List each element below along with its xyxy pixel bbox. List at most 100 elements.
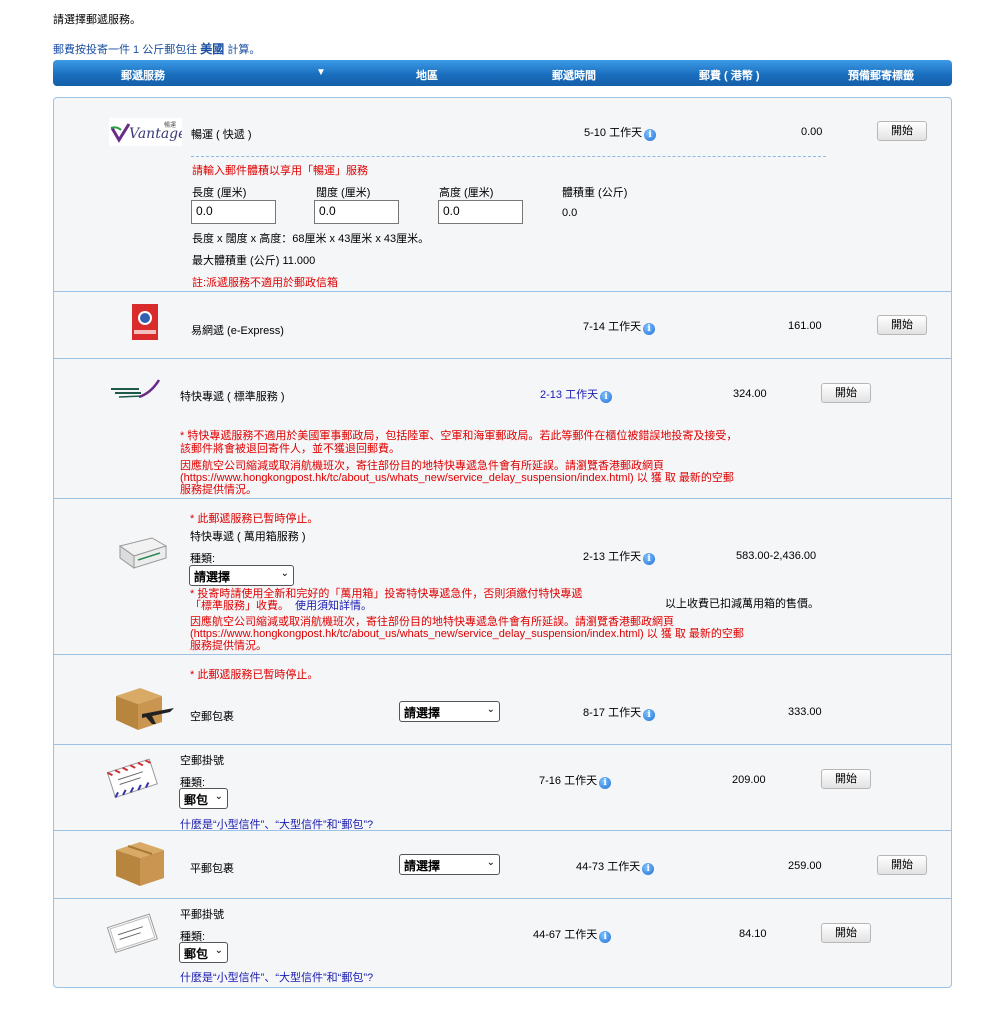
row-divider [54, 744, 951, 745]
air-parcel-select-value: 請選擇 [404, 706, 441, 720]
header-service: 郵遞服務 [121, 70, 165, 82]
fee-speedpost-box: 583.00-2,436.00 [736, 550, 817, 562]
speedpost-box-note2: 因應航空公司縮減或取消航機班次，寄往部份目的地特快專遞急件會有所延誤。請瀏覽香港… [190, 616, 744, 652]
intro-calc-text: 郵費按投寄一件 1 公斤郵包往 美國 計算。 [53, 40, 260, 57]
surface-registered-select[interactable]: 郵包 ⌄ [179, 942, 228, 963]
destination-country: 美國 [200, 42, 225, 56]
surface-parcel-select-value: 請選擇 [404, 859, 441, 873]
volweight-value: 0.0 [562, 207, 578, 219]
start-button-eexpress[interactable]: 開始 [877, 315, 927, 335]
length-label: 長度 (厘米) [192, 187, 247, 199]
time-eexpress-text: 7-14 工作天 [583, 321, 642, 333]
info-icon[interactable]: i [644, 129, 657, 141]
time-vantage-text: 5-10 工作天 [584, 127, 643, 139]
fee-vantage: 0.00 [801, 126, 823, 138]
width-input[interactable]: 0.0 [314, 200, 399, 224]
volweight-label: 體積重 (公斤) [562, 187, 628, 199]
service-name-air-parcel: 空郵包裹 [190, 711, 234, 723]
speedpost-box-select-value: 請選擇 [194, 570, 231, 584]
speedpost-box-note1: * 投寄時請使用全新和完好的「萬用箱」投寄特快專遞急件，否則須繳付特快專遞「標準… [190, 588, 590, 612]
type-label: 種類: [190, 553, 216, 565]
speedpost-box-select[interactable]: 請選擇 ⌄ [189, 565, 294, 586]
fee-surface-registered: 84.10 [739, 928, 767, 940]
service-name-vantage: 暢運 ( 快遞 ) [191, 129, 252, 141]
start-button-speedpost-std[interactable]: 開始 [821, 383, 871, 403]
services-panel: Vantage 暢運 暢運 ( 快遞 ) 5-10 工作天 i 0.00 開始 請… [53, 97, 952, 988]
row-divider [54, 291, 951, 292]
length-input[interactable]: 0.0 [191, 200, 276, 224]
speedpost-std-note2: 因應航空公司縮減或取消航機班次，寄往部份目的地特快專遞急件會有所延誤。請瀏覽香港… [180, 460, 734, 496]
chevron-down-icon: ⌄ [486, 857, 495, 868]
time-surface-registered-text: 44-67 工作天 [533, 929, 598, 941]
time-surface-parcel-text: 44-73 工作天 [576, 861, 641, 873]
surface-parcel-icon [114, 840, 166, 888]
header-region: 地區 [416, 70, 438, 82]
header-fee: 郵費 ( 港幣 ) [699, 70, 760, 82]
time-speedpost-box: 2-13 工作天 i [583, 548, 656, 565]
height-input[interactable]: 0.0 [438, 200, 523, 224]
time-eexpress: 7-14 工作天 i [583, 318, 656, 335]
row-divider [54, 830, 951, 831]
chevron-down-icon: ⌄ [280, 568, 289, 579]
start-button-air-registered[interactable]: 開始 [821, 769, 871, 789]
air-registered-icon [104, 755, 162, 799]
air-parcel-suspended: * 此郵遞服務已暫時停止。 [190, 669, 319, 681]
vantage-logo: Vantage 暢運 [109, 118, 186, 146]
speedpost-box-fee-note: 以上收費已扣減萬用箱的售價。 [665, 598, 819, 610]
start-button-vantage[interactable]: 開始 [877, 121, 927, 141]
fee-speedpost-std: 324.00 [733, 388, 767, 400]
air-parcel-icon [112, 686, 176, 732]
vantage-dims: 長度 x 闊度 x 高度：68厘米 x 43厘米 x 43厘米。 [192, 233, 430, 245]
row-divider [54, 898, 951, 899]
chevron-down-icon: ⌄ [214, 791, 223, 802]
table-header: 郵遞服務 ▼ 地區 郵遞時間 郵費 ( 港幣 ) 預備郵寄標籤 [53, 60, 952, 86]
start-button-surface-registered[interactable]: 開始 [821, 923, 871, 943]
speedpost-std-note1: * 特快專遞服務不適用於美國軍事郵政局，包括陸軍、空軍和海軍郵政局。若此等郵件在… [180, 430, 738, 455]
vantage-logo-cn: 暢運 [164, 121, 176, 129]
info-icon[interactable]: i [642, 863, 655, 875]
service-name-surface-parcel: 平郵包裹 [190, 863, 234, 875]
row-divider [54, 654, 951, 655]
start-button-surface-parcel[interactable]: 開始 [877, 855, 927, 875]
row-divider [54, 358, 951, 359]
time-air-registered-text: 7-16 工作天 [539, 775, 598, 787]
fee-eexpress: 161.00 [788, 320, 822, 332]
chevron-down-icon: ⌄ [486, 704, 495, 715]
air-parcel-select[interactable]: 請選擇 ⌄ [399, 701, 500, 722]
time-vantage: 5-10 工作天 i [584, 124, 657, 141]
speedpost-box-icon [116, 534, 170, 570]
info-icon[interactable]: i [599, 777, 612, 789]
divider [191, 156, 826, 157]
intro-text: 請選擇郵遞服務。 [53, 14, 141, 26]
time-speedpost-std-text: 2-13 工作天 [540, 389, 599, 401]
surface-parcel-select[interactable]: 請選擇 ⌄ [399, 854, 500, 875]
service-name-speedpost-box: 特快專遞 ( 萬用箱服務 ) [190, 531, 306, 543]
air-registered-select[interactable]: 郵包 ⌄ [179, 788, 228, 809]
time-surface-parcel: 44-73 工作天 i [576, 858, 655, 875]
intro-calc-pre: 郵費按投寄一件 1 公斤郵包往 [53, 44, 201, 56]
row-divider [54, 498, 951, 499]
fee-air-registered: 209.00 [732, 774, 766, 786]
vantage-remark: 註:派遞服務不適用於郵政信箱 [192, 277, 339, 289]
sort-arrow-icon[interactable]: ▼ [316, 67, 326, 78]
info-icon[interactable]: i [643, 323, 656, 335]
time-speedpost-box-text: 2-13 工作天 [583, 551, 642, 563]
mail-type-help-link[interactable]: 什麼是“小型信件”、“大型信件”和“郵包”? [180, 969, 373, 985]
service-name-air-registered: 空郵掛號 [180, 755, 224, 767]
time-air-parcel-text: 8-17 工作天 [583, 707, 642, 719]
vantage-max-weight: 最大體積重 (公斤) 11.000 [192, 255, 316, 267]
info-icon[interactable]: i [643, 553, 656, 565]
fee-surface-parcel: 259.00 [788, 860, 822, 872]
service-name-speedpost-std: 特快專遞 ( 標準服務 ) [180, 391, 285, 403]
surface-registered-icon [104, 910, 162, 954]
chevron-down-icon: ⌄ [214, 945, 223, 956]
e-express-icon [128, 300, 162, 348]
speedpost-box-note1-text: * 投寄時請使用全新和完好的「萬用箱」投寄特快專遞急件，否則須繳付特快專遞「標準… [190, 588, 583, 612]
info-icon[interactable]: i [600, 391, 613, 403]
speedpost-box-suspended: * 此郵遞服務已暫時停止。 [190, 513, 319, 525]
usage-details-link[interactable]: 使用須知詳情。 [295, 600, 372, 612]
info-icon[interactable]: i [643, 709, 656, 721]
info-icon[interactable]: i [599, 931, 612, 943]
header-label: 預備郵寄標籤 [848, 70, 914, 82]
intro-calc-post: 計算。 [224, 44, 261, 56]
